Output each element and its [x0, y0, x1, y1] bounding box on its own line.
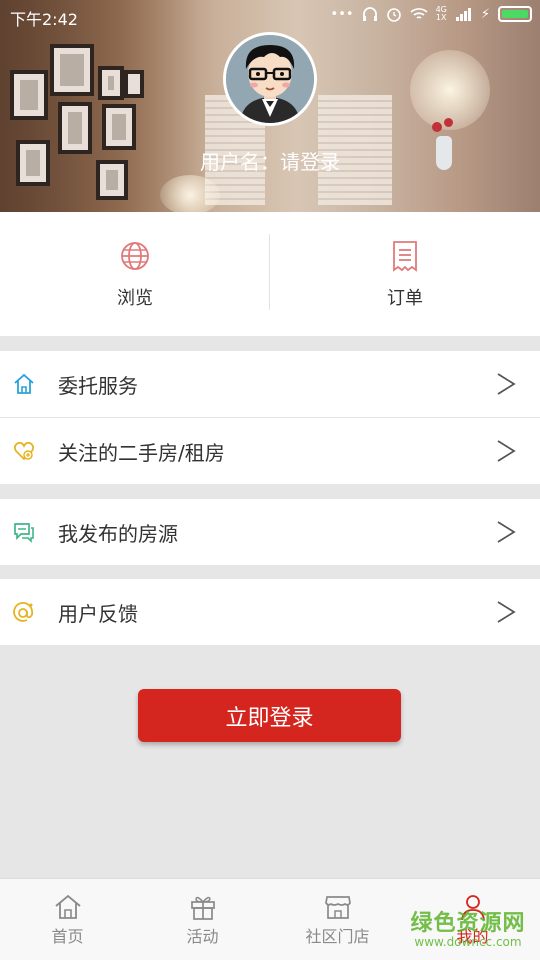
menu-group-2: 我发布的房源 — [0, 499, 540, 565]
wifi-icon — [409, 8, 428, 19]
tab-activity[interactable]: 活动 — [135, 879, 270, 960]
orders-label: 订单 — [387, 288, 423, 309]
home-icon — [14, 373, 34, 394]
receipt-icon — [393, 241, 417, 272]
menu-item-feedback[interactable]: 用户反馈 — [0, 579, 540, 645]
menu-group-1: 委托服务 关注的二手房/租房 — [0, 351, 540, 484]
tab-community-store[interactable]: 社区门店 — [270, 879, 405, 960]
wall-frame-decoration — [50, 44, 94, 96]
quick-actions-divider — [269, 234, 270, 310]
orders-button[interactable]: 订单 — [270, 212, 540, 336]
wall-frame-decoration — [10, 70, 48, 120]
quick-actions: 浏览 订单 — [0, 212, 540, 336]
tab-home[interactable]: 首页 — [0, 879, 135, 960]
browse-button[interactable]: 浏览 — [0, 212, 270, 336]
watermark-url: www.downcc.com — [414, 935, 522, 949]
heart-icon — [13, 441, 35, 461]
headphones-icon — [362, 7, 377, 21]
globe-icon — [121, 242, 149, 270]
chevron-right-icon — [497, 373, 516, 395]
browse-label: 浏览 — [117, 288, 153, 309]
menu-item-followed-houses[interactable]: 关注的二手房/租房 — [0, 418, 540, 484]
flower-decoration — [444, 118, 453, 127]
avatar[interactable] — [223, 32, 317, 126]
status-bar: 下午2:42 ••• 4G 1X ⚡ — [0, 0, 540, 32]
home-icon — [54, 894, 81, 919]
battery-icon — [498, 6, 532, 22]
watermark-title: 绿色资源网 — [410, 911, 526, 936]
at-icon — [13, 602, 34, 622]
signal-icon — [455, 8, 471, 21]
charging-bolt-icon: ⚡ — [480, 6, 490, 22]
store-icon — [324, 896, 351, 919]
tab-label: 活动 — [186, 927, 219, 946]
gift-icon — [190, 896, 215, 920]
profile-header: 下午2:42 ••• 4G 1X ⚡ 用户名：请登录 — [0, 0, 540, 212]
wall-frame-decoration — [124, 70, 144, 98]
chevron-right-icon — [497, 521, 516, 543]
wall-frame-decoration — [98, 66, 124, 100]
more-dots-icon: ••• — [330, 6, 354, 22]
menu-label: 委托服务 — [58, 373, 138, 398]
alarm-clock-icon — [386, 8, 401, 22]
tab-label: 社区门店 — [305, 927, 370, 946]
chevron-right-icon — [497, 601, 516, 623]
menu-group-3: 用户反馈 — [0, 579, 540, 645]
menu-label: 用户反馈 — [58, 601, 138, 626]
status-time: 下午2:42 — [10, 10, 78, 29]
flower-decoration — [432, 122, 442, 132]
lamp-glow-decoration — [160, 175, 220, 212]
chevron-right-icon — [497, 440, 516, 462]
menu-label: 关注的二手房/租房 — [58, 440, 225, 465]
cartoon-man-icon — [226, 35, 314, 123]
avatar-illustration — [226, 35, 314, 123]
chat-icon — [14, 523, 34, 543]
username-label[interactable]: 用户名：请登录 — [0, 146, 540, 175]
tab-label: 首页 — [51, 927, 84, 946]
network-type: 4G 1X — [435, 5, 447, 22]
menu-item-my-listings[interactable]: 我发布的房源 — [0, 499, 540, 565]
status-icons: ••• 4G 1X ⚡ — [331, 6, 532, 22]
menu-item-delegate-service[interactable]: 委托服务 — [0, 351, 540, 417]
wall-frame-decoration — [102, 104, 136, 150]
login-button[interactable]: 立即登录 — [138, 689, 401, 742]
watermark: 绿色资源网 www.downcc.com — [403, 905, 533, 949]
menu-label: 我发布的房源 — [58, 521, 178, 546]
